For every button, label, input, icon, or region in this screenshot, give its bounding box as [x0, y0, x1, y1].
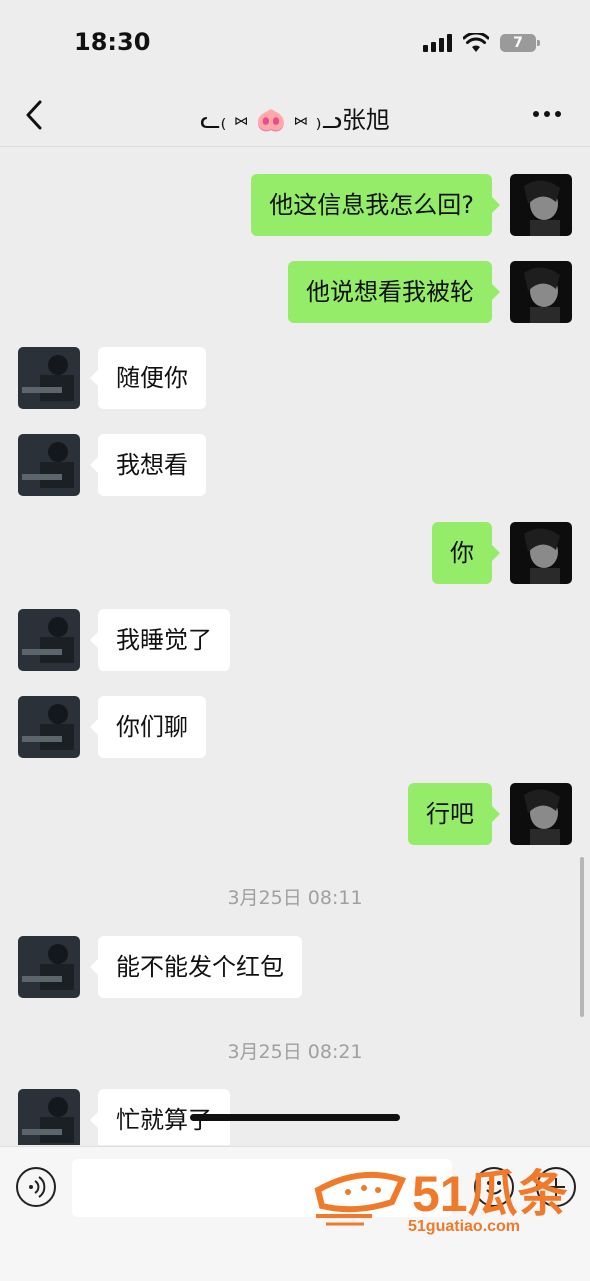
message-bubble[interactable]: 他说想看我被轮	[288, 261, 500, 323]
message-bubble[interactable]: 我睡觉了	[90, 609, 230, 671]
signal-icon	[423, 34, 453, 52]
my-avatar[interactable]	[510, 174, 572, 236]
home-indicator	[190, 1114, 400, 1121]
voice-icon[interactable]	[16, 1167, 56, 1207]
scrollbar[interactable]	[580, 857, 584, 1017]
watermelon-icon	[314, 1171, 407, 1226]
timestamp: 3月25日 08:11	[227, 887, 363, 909]
my-avatar[interactable]	[510, 783, 572, 845]
timestamp: 3月25日 08:21	[227, 1041, 363, 1063]
contact-avatar[interactable]	[18, 696, 80, 758]
watermark-text: 51瓜条	[412, 1166, 568, 1222]
message-bubble[interactable]: 你们聊	[90, 696, 206, 758]
message-bubble[interactable]: 他这信息我怎么回?	[251, 174, 500, 236]
contact-avatar[interactable]	[18, 434, 80, 496]
more-dots-icon[interactable]	[532, 104, 562, 124]
contact-avatar[interactable]	[18, 609, 80, 671]
message-list[interactable]: 他这信息我怎么回? 他说想看我被轮 随便你 我想看 你 我睡觉了 你们聊 行吧 …	[0, 147, 590, 1145]
my-avatar[interactable]	[510, 261, 572, 323]
message-bubble[interactable]: 能不能发个红包	[90, 936, 302, 998]
watermark-url: 51guatiao.com	[408, 1218, 521, 1235]
chat-title: ᓚ₍ ⑅ 🐽 ⑅ ₎ᓗ张旭	[200, 106, 390, 134]
message-bubble[interactable]: 随便你	[90, 347, 206, 409]
contact-avatar[interactable]	[18, 347, 80, 409]
message-bubble[interactable]: 我想看	[90, 434, 206, 496]
contact-avatar[interactable]	[18, 936, 80, 998]
chat-header: ᓚ₍ ⑅ 🐽 ⑅ ₎ᓗ张旭	[0, 86, 590, 147]
status-time: 18:30	[74, 28, 151, 56]
my-avatar[interactable]	[510, 522, 572, 584]
message-bubble[interactable]: 行吧	[408, 783, 500, 845]
contact-avatar[interactable]	[18, 1089, 80, 1145]
wifi-icon	[463, 33, 489, 52]
watermark-logo: 51瓜条 51guatiao.com	[312, 1158, 582, 1242]
battery-icon: 7	[500, 34, 540, 52]
message-bubble[interactable]: 你	[432, 522, 500, 584]
status-bar: 18:30 7	[0, 0, 590, 86]
